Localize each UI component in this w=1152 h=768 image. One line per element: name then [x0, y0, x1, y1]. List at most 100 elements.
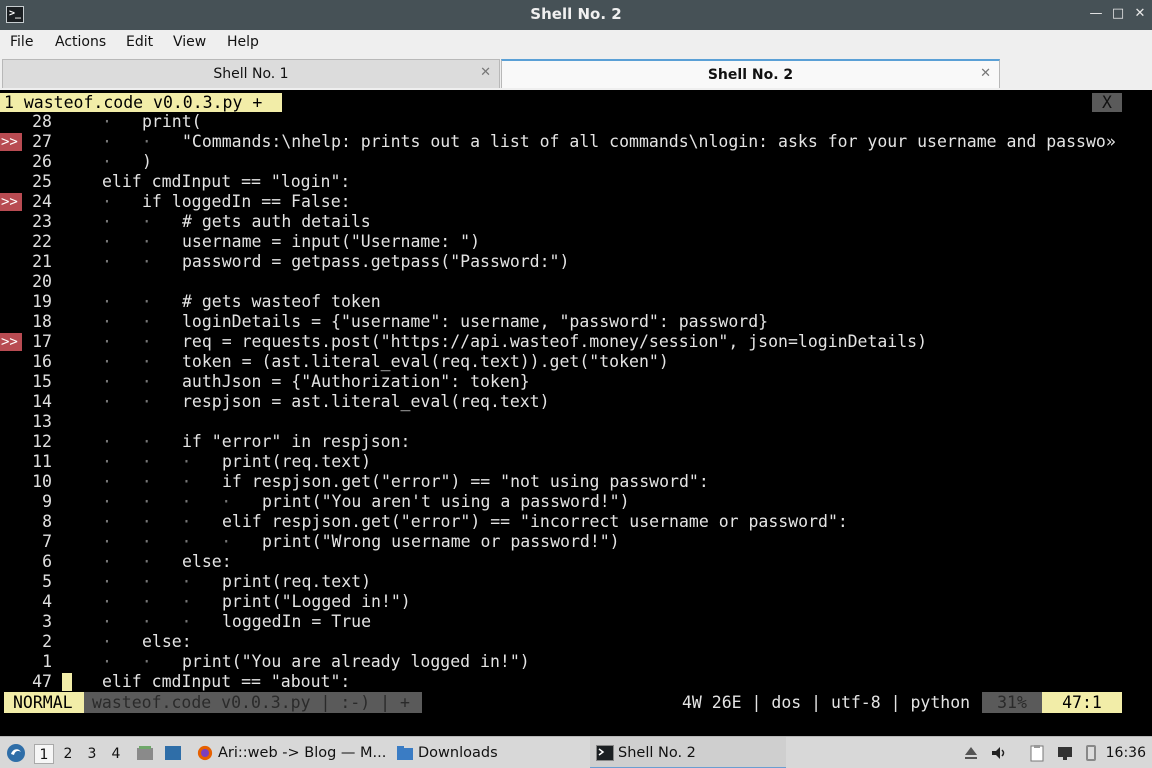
code-text: # gets auth details	[182, 212, 371, 231]
workspace-4[interactable]: 4	[106, 744, 126, 764]
text-cursor	[62, 673, 72, 691]
code-line[interactable]: 10 · · · if respjson.get("error") == "not …	[0, 472, 1152, 492]
code-line[interactable]: 22 · · username = input("Username: ")	[0, 232, 1152, 252]
start-menu-icon[interactable]	[6, 743, 26, 763]
code-line[interactable]: 28 · print(	[0, 112, 1152, 132]
indent-guides: · · ·	[102, 472, 192, 491]
indent-guides: · ·	[102, 652, 152, 671]
code-line[interactable]: 1 · · print("You are already logged in!")	[0, 652, 1152, 672]
code-line[interactable]: 7 · · · · print("Wrong username or passwor…	[0, 532, 1152, 552]
menu-actions[interactable]: Actions	[55, 34, 106, 50]
code-line[interactable]: 21 · · password = getpass.getpass("Passwor…	[0, 252, 1152, 272]
code-line[interactable]: 19 · · # gets wasteof token	[0, 292, 1152, 312]
clipboard-icon[interactable]	[1028, 744, 1046, 762]
code-line[interactable]: 11 · · · print(req.text)	[0, 452, 1152, 472]
menu-edit[interactable]: Edit	[126, 34, 153, 50]
volume-icon[interactable]	[990, 744, 1008, 762]
line-number: 18	[32, 312, 52, 331]
folder-icon	[397, 746, 413, 760]
workspace-1[interactable]: 1	[34, 744, 54, 764]
code-text: password = getpass.getpass("Password:")	[182, 252, 570, 271]
code-text: elif respjson.get("error") == "incorrect…	[222, 512, 848, 531]
code-line[interactable]: 14 · · respjson = ast.literal_eval(req.tex…	[0, 392, 1152, 412]
firefox-icon	[197, 745, 213, 761]
task-firefox[interactable]: Ari::web -> Blog — M...	[196, 737, 386, 768]
close-tab-icon[interactable]: ✕	[980, 66, 991, 81]
file-manager-launcher-icon[interactable]	[136, 744, 154, 762]
code-text: print(	[142, 112, 202, 131]
minimize-button[interactable]: —	[1088, 6, 1104, 22]
workspace-2[interactable]: 2	[58, 744, 78, 764]
clock: 16:36	[1105, 745, 1146, 761]
code-line[interactable]: 8 · · · elif respjson.get("error") == "inc…	[0, 512, 1152, 532]
indent-guides: · ·	[102, 252, 152, 271]
close-tab-icon[interactable]: ✕	[480, 65, 491, 80]
line-number: 15	[32, 372, 52, 391]
menu-file[interactable]: File	[10, 34, 33, 50]
indent-guides: · · ·	[102, 612, 192, 631]
indent-guides: · ·	[102, 372, 152, 391]
menu-help[interactable]: Help	[227, 34, 259, 50]
menu-bar: File Actions Edit View Help	[0, 30, 1152, 56]
code-text: respjson = ast.literal_eval(req.text)	[182, 392, 550, 411]
code-line[interactable]: >> 17 · · req = requests.post("https://api.…	[0, 332, 1152, 352]
code-text: else:	[182, 552, 232, 571]
code-text: print("You are already logged in!")	[182, 652, 530, 671]
code-line[interactable]: 12 · · if "error" in respjson:	[0, 432, 1152, 452]
show-desktop-icon[interactable]	[164, 744, 182, 762]
tab-shell-2[interactable]: Shell No. 2 ✕	[501, 59, 1000, 88]
code-line[interactable]: 5 · · · print(req.text)	[0, 572, 1152, 592]
code-line[interactable]: 3 · · · loggedIn = True	[0, 612, 1152, 632]
status-cursor-position: 47:1	[1042, 692, 1122, 713]
code-line[interactable]: >> 27 · · "Commands:\nhelp: prints out a li…	[0, 132, 1152, 152]
buffer-close-button[interactable]: X	[1092, 93, 1122, 112]
indent-guides: · · · ·	[102, 492, 232, 511]
menu-view[interactable]: View	[173, 34, 206, 50]
code-line[interactable]: 2 · else:	[0, 632, 1152, 652]
code-line[interactable]: 13	[0, 412, 1152, 432]
code-line[interactable]: 16 · · token = (ast.literal_eval(req.text)…	[0, 352, 1152, 372]
task-label: Shell No. 2	[618, 745, 696, 761]
indent-guides: · · ·	[102, 452, 192, 471]
maximize-button[interactable]: □	[1110, 6, 1126, 22]
eject-icon[interactable]	[962, 744, 980, 762]
code-text: else:	[142, 632, 192, 651]
indent-guides: · · ·	[102, 512, 192, 531]
line-number: 10	[32, 472, 52, 491]
code-text: if "error" in respjson:	[182, 432, 411, 451]
indent-guides: · ·	[102, 232, 152, 251]
code-text: token = (ast.literal_eval(req.text)).get…	[182, 352, 669, 371]
buffer-tabline: 1 wasteof.code v0.0.3.py + X	[0, 92, 1152, 112]
mode-indicator: NORMAL	[4, 692, 84, 713]
code-line[interactable]: 15 · · authJson = {"Authorization": token}	[0, 372, 1152, 392]
status-file-info: 4W 26E | dos | utf-8 | python	[682, 693, 971, 712]
code-line[interactable]: 25 elif cmdInput == "login":	[0, 172, 1152, 192]
task-shell[interactable]: Shell No. 2	[590, 737, 786, 768]
code-line[interactable]: >> 24 · if loggedIn == False:	[0, 192, 1152, 212]
code-line[interactable]: 6 · · else:	[0, 552, 1152, 572]
code-line[interactable]: 26 ·)	[0, 152, 1152, 172]
code-line[interactable]: 47 elif cmdInput == "about":	[0, 672, 1152, 692]
power-icon[interactable]	[1082, 744, 1100, 762]
code-line[interactable]: 23 · · # gets auth details	[0, 212, 1152, 232]
code-line[interactable]: 4 · · · print("Logged in!")	[0, 592, 1152, 612]
code-line[interactable]: 20	[0, 272, 1152, 292]
buffer-tab[interactable]: 1 wasteof.code v0.0.3.py +	[0, 93, 282, 112]
indent-guides: · · · ·	[102, 532, 232, 551]
indent-guides: · ·	[102, 292, 152, 311]
workspace-3[interactable]: 3	[82, 744, 102, 764]
terminal-area[interactable]: 1 wasteof.code v0.0.3.py + X 28 · print(>>…	[0, 92, 1152, 720]
task-label: Downloads	[418, 745, 498, 761]
task-downloads[interactable]: Downloads	[396, 737, 516, 768]
code-text: # gets wasteof token	[182, 292, 381, 311]
tab-shell-1[interactable]: Shell No. 1 ✕	[2, 59, 500, 88]
close-window-button[interactable]: ✕	[1132, 6, 1148, 22]
code-line[interactable]: 9 · · · · print("You aren't using a passwo…	[0, 492, 1152, 512]
line-number: 1	[42, 652, 52, 671]
line-number: 4	[42, 592, 52, 611]
network-icon[interactable]	[1056, 744, 1074, 762]
line-number: 13	[32, 412, 52, 431]
line-number: 28	[32, 112, 52, 131]
code-line[interactable]: 18 · · loginDetails = {"username": usernam…	[0, 312, 1152, 332]
indent-guides: · ·	[102, 552, 152, 571]
